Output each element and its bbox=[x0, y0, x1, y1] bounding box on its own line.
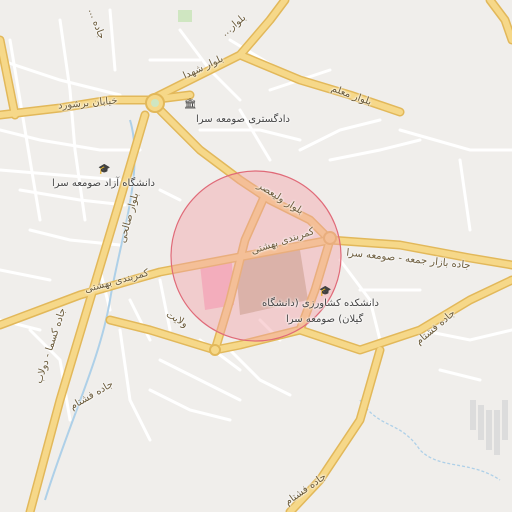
roundabout-south bbox=[209, 344, 221, 356]
poi-label-azad-university[interactable]: دانشگاه آزاد صومعه سرا bbox=[52, 178, 155, 190]
monument-icon[interactable]: 🏛 bbox=[184, 100, 197, 110]
map-canvas[interactable]: 🏛 🎓 🎓 بلوار شهدا بلوار معلم خیابان برشور… bbox=[0, 0, 512, 512]
buildings-se bbox=[470, 400, 508, 455]
graduation-cap-icon[interactable]: 🎓 bbox=[98, 165, 110, 175]
poi-label-dadgostari[interactable]: دادگستری صومعه سرا bbox=[196, 114, 290, 126]
poi-label-keshavarzi-line1[interactable]: دانشکده کشاورزی (دانشگاه bbox=[262, 298, 379, 310]
graduation-cap-icon[interactable]: 🎓 bbox=[319, 287, 331, 297]
field-green bbox=[178, 10, 192, 22]
poi-label-keshavarzi-line2[interactable]: گیلان) صومعه سرا bbox=[286, 314, 363, 326]
